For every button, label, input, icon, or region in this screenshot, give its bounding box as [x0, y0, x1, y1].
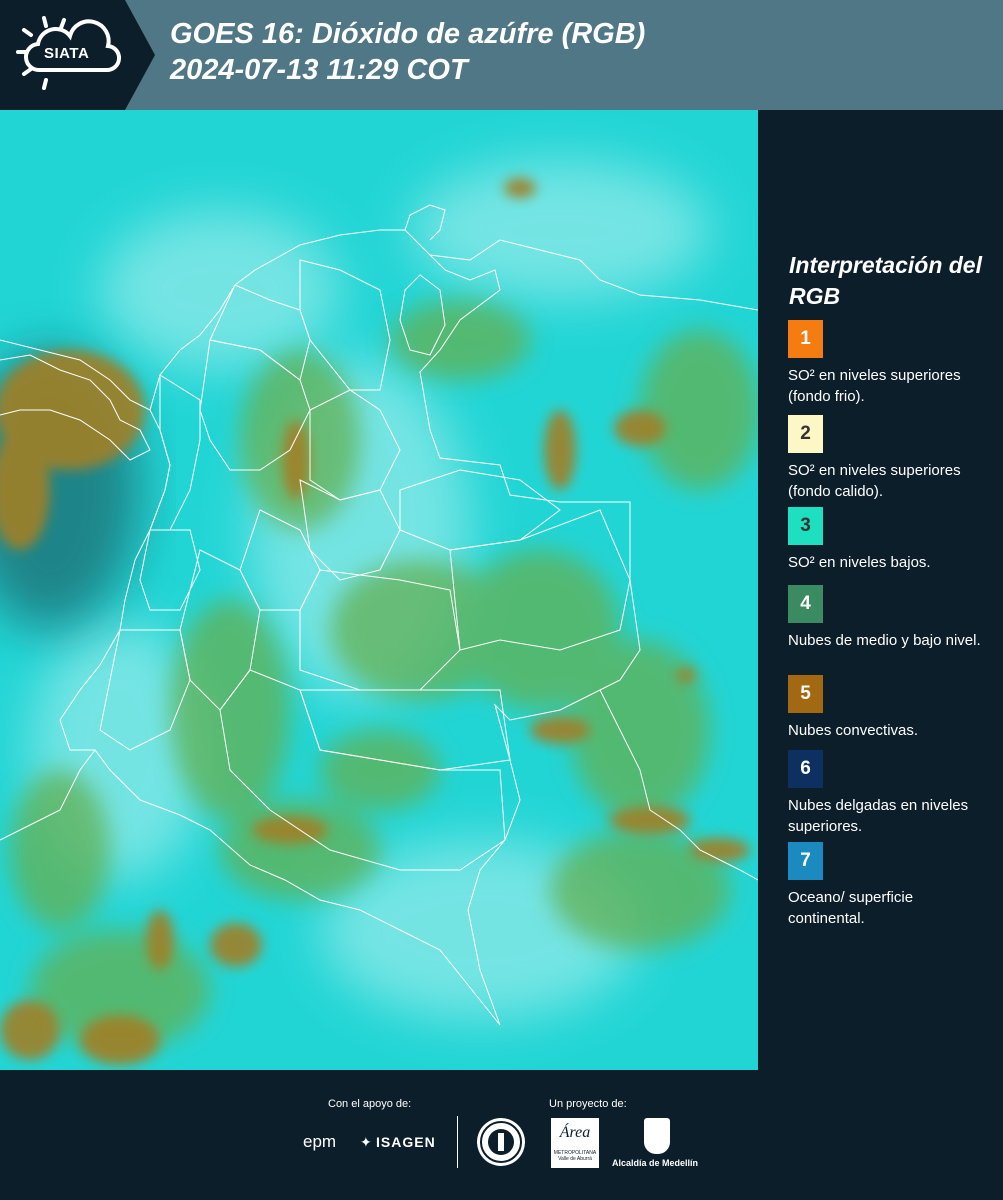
area-logo-line1: Área — [559, 1124, 591, 1141]
legend-item-5: 5 Nubes convectivas. — [788, 675, 993, 762]
footer: Con el apoyo de: Un proyecto de: epm ✦ I… — [0, 1070, 1003, 1200]
legend-title: Interpretación del RGB — [789, 252, 982, 309]
legend-swatch-2: 2 — [788, 415, 823, 453]
siata-logo-text: SIATA — [44, 45, 90, 62]
isagen-icon: ✦ — [360, 1134, 372, 1150]
legend-swatch-3: 3 — [788, 507, 823, 545]
header: SIATA GOES 16: Dióxido de azúfre (RGB) 2… — [0, 0, 1003, 110]
legend-label-6: Nubes delgadas en niveles superiores. — [788, 797, 969, 835]
area-logo-line3: Valle de Aburrá — [558, 1156, 592, 1162]
legend-item-3: 3 SO² en niveles bajos. — [788, 507, 993, 594]
support-label: Con el apoyo de: — [328, 1098, 412, 1110]
title-product: GOES 16: Dióxido de azúfre (RGB) — [170, 18, 646, 50]
project-label: Un proyecto de: — [549, 1098, 627, 1110]
title-datetime: 2024-07-13 11:29 COT — [170, 54, 468, 86]
legend-swatch-6: 6 — [788, 750, 823, 788]
satellite-map — [0, 110, 758, 1070]
epm-logo: epm — [303, 1132, 337, 1151]
legend-swatch-4: 4 — [788, 585, 823, 623]
area-metropolitana-logo: Área METROPOLITANA Valle de Aburrá — [551, 1118, 599, 1168]
legend-item-7: 7 Oceano/ superficie continental. — [788, 842, 993, 929]
legend-label-1: SO² en niveles superiores (fondo frio). — [788, 367, 961, 405]
legend-label-7: Oceano/ superficie continental. — [788, 889, 914, 927]
footer-divider — [457, 1116, 458, 1168]
legend-label-4: Nubes de medio y bajo nivel. — [788, 632, 981, 649]
legend-label-2: SO² en niveles superiores (fondo calido)… — [788, 462, 961, 500]
legend-item-6: 6 Nubes delgadas en niveles superiores. — [788, 750, 993, 837]
alcaldia-label: Alcaldía de Medellín — [612, 1158, 699, 1168]
legend-swatch-1: 1 — [788, 320, 823, 358]
siata-logo: SIATA — [0, 0, 155, 110]
isagen-logo: ISAGEN — [376, 1134, 436, 1150]
alcaldia-shield-icon — [644, 1118, 670, 1154]
legend-item-1: 1 SO² en niveles superiores (fondo frio)… — [788, 320, 993, 407]
page-title: GOES 16: Dióxido de azúfre (RGB) 2024-07… — [170, 16, 645, 88]
legend-swatch-7: 7 — [788, 842, 823, 880]
legend-item-2: 2 SO² en niveles superiores (fondo calid… — [788, 415, 993, 502]
legend-swatch-5: 5 — [788, 675, 823, 713]
medellin-seal-icon — [477, 1118, 525, 1166]
legend-item-4: 4 Nubes de medio y bajo nivel. — [788, 585, 993, 672]
legend-panel: Interpretación del RGB 1 SO² en niveles … — [758, 110, 1003, 1070]
